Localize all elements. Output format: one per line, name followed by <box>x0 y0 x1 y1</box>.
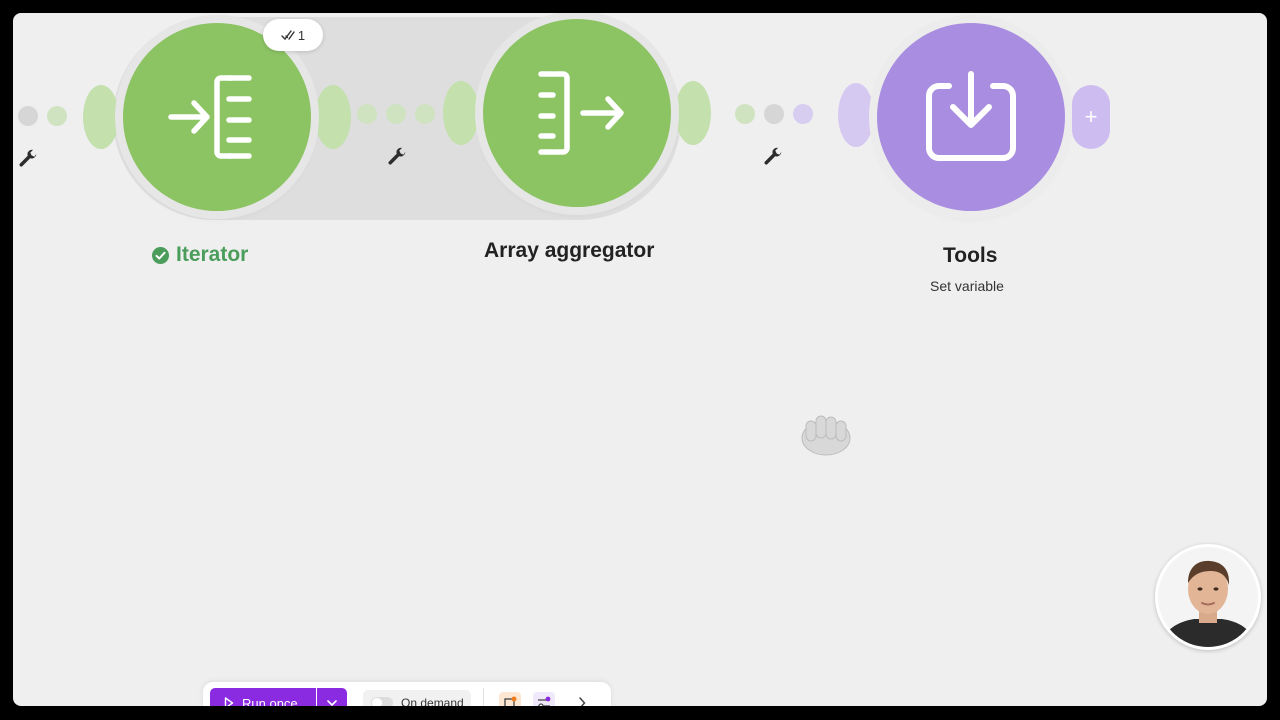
operation-count: 1 <box>297 27 306 43</box>
connection-dot <box>764 104 784 124</box>
connection-dot <box>357 104 377 124</box>
array-aggregator-icon <box>538 71 624 155</box>
iterator-icon <box>168 75 252 159</box>
iterator-module[interactable] <box>123 23 311 211</box>
scenario-settings-button[interactable] <box>533 692 555 706</box>
schedule-label: On demand <box>401 696 464 706</box>
success-check-icon <box>152 246 169 264</box>
tools-module[interactable] <box>877 23 1065 211</box>
array-aggregator-module[interactable] <box>483 19 671 207</box>
presenter-avatar <box>1155 544 1261 650</box>
chevron-right-icon <box>579 697 586 706</box>
wrench-icon[interactable] <box>762 146 784 168</box>
add-module-button[interactable]: + <box>1072 85 1110 149</box>
schedule-control[interactable]: On demand <box>363 690 471 706</box>
tools-label: Tools <box>943 244 998 267</box>
connection-dot <box>793 104 813 124</box>
plus-icon: + <box>1084 104 1098 129</box>
array-aggregator-label: Array aggregator <box>484 239 655 262</box>
connection-dot <box>415 104 435 124</box>
scenario-toolbar: Run once On demand <box>203 682 611 706</box>
tools-input-handle[interactable] <box>838 83 874 147</box>
connection-dot <box>386 104 406 124</box>
settings-sliders-icon <box>538 696 551 706</box>
grab-cursor-icon <box>801 415 851 456</box>
scenario-io-icon <box>504 696 517 706</box>
operation-count-badge[interactable]: 1 <box>263 19 323 51</box>
play-icon <box>224 697 234 706</box>
aggregator-input-handle[interactable] <box>443 81 479 145</box>
iterator-label: Iterator <box>152 243 248 267</box>
chevron-down-icon <box>327 699 337 706</box>
double-check-icon <box>281 30 295 41</box>
run-once-label: Run once <box>242 695 298 707</box>
connection-dot <box>47 106 67 126</box>
connection-dot <box>735 104 755 124</box>
iterator-output-handle[interactable] <box>315 85 351 149</box>
scenario-io-button[interactable] <box>499 692 521 706</box>
expand-toolbar-button[interactable] <box>571 692 593 706</box>
toolbar-divider <box>483 688 484 706</box>
presenter-photo <box>1158 547 1258 647</box>
run-options-dropdown[interactable] <box>317 688 347 706</box>
scenario-canvas[interactable]: 1 Iterator Array aggregator + Tools Set … <box>13 13 1267 706</box>
aggregator-output-handle[interactable] <box>675 81 711 145</box>
wrench-icon[interactable] <box>17 148 39 170</box>
wrench-icon[interactable] <box>386 146 408 168</box>
run-once-button[interactable]: Run once <box>210 688 316 706</box>
tools-sublabel: Set variable <box>930 278 1004 294</box>
set-variable-icon <box>926 71 1016 161</box>
connection-dot <box>18 106 38 126</box>
iterator-input-handle[interactable] <box>83 85 119 149</box>
schedule-toggle[interactable] <box>371 697 393 706</box>
